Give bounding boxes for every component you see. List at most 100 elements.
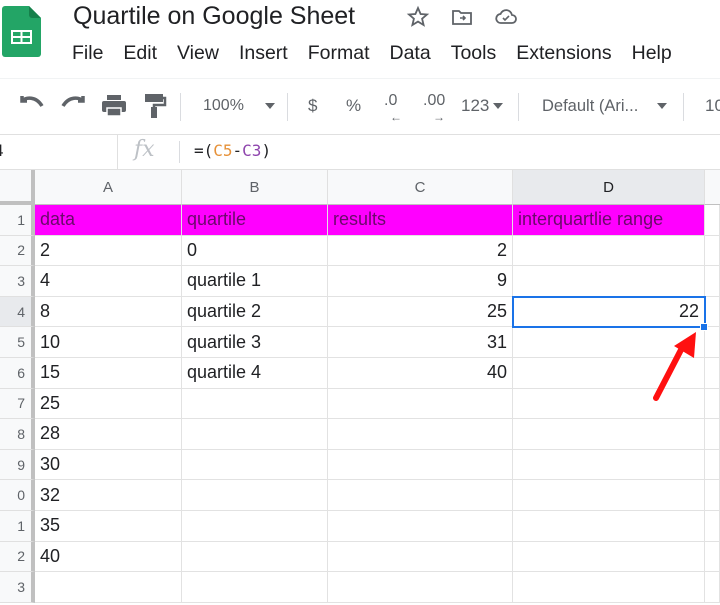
- cell-b6[interactable]: quartile 4: [182, 358, 328, 389]
- row-header-7[interactable]: 7: [0, 388, 35, 420]
- cell-c3[interactable]: 9: [328, 266, 513, 297]
- cell-e2[interactable]: [705, 235, 720, 267]
- cell-e3[interactable]: [705, 266, 720, 297]
- document-title[interactable]: Quartile on Google Sheet: [73, 2, 355, 31]
- cell-d10[interactable]: [513, 480, 705, 511]
- cell-d13[interactable]: [513, 572, 705, 603]
- sheets-logo-icon[interactable]: [2, 6, 41, 57]
- cell-e11[interactable]: [705, 511, 720, 542]
- cell-a11[interactable]: 35: [35, 511, 182, 542]
- zoom-select[interactable]: 100%: [203, 91, 276, 121]
- cell-d12[interactable]: [513, 541, 705, 573]
- cloud-saved-icon[interactable]: [494, 5, 518, 29]
- row-header-4[interactable]: 4: [0, 296, 35, 328]
- cell-b10[interactable]: [182, 480, 328, 511]
- row-header-5[interactable]: 5: [0, 327, 35, 358]
- cell-b1[interactable]: quartile: [182, 205, 328, 236]
- font-size-select[interactable]: 10: [705, 91, 720, 121]
- row-header-3[interactable]: 3: [0, 266, 35, 297]
- select-all-corner[interactable]: [0, 170, 35, 205]
- cell-e8[interactable]: [705, 419, 720, 450]
- cell-d4[interactable]: 22: [513, 296, 705, 328]
- cell-e12[interactable]: [705, 541, 720, 573]
- font-select[interactable]: Default (Ari...: [542, 91, 668, 121]
- menu-tools[interactable]: Tools: [451, 42, 497, 65]
- column-header-d[interactable]: D: [513, 170, 705, 205]
- currency-format-button[interactable]: $: [308, 91, 317, 121]
- cell-c7[interactable]: [328, 388, 513, 420]
- cell-d2[interactable]: [513, 235, 705, 267]
- row-header-8[interactable]: 8: [0, 419, 35, 450]
- menu-data[interactable]: Data: [390, 42, 431, 65]
- cell-c2[interactable]: 2: [328, 235, 513, 267]
- menu-view[interactable]: View: [177, 42, 219, 65]
- row-header-10[interactable]: 0: [0, 480, 35, 511]
- cell-b2[interactable]: 0: [182, 235, 328, 267]
- menu-insert[interactable]: Insert: [239, 42, 288, 65]
- cell-a13[interactable]: [35, 572, 182, 603]
- name-box[interactable]: 4: [0, 141, 3, 161]
- cell-c5[interactable]: 31: [328, 327, 513, 358]
- paint-format-button[interactable]: [143, 91, 167, 121]
- cell-c13[interactable]: [328, 572, 513, 603]
- cell-a12[interactable]: 40: [35, 541, 182, 573]
- formula-input[interactable]: =(C5-C3): [194, 141, 271, 160]
- print-button[interactable]: [101, 91, 127, 121]
- cell-a8[interactable]: 28: [35, 419, 182, 450]
- column-header-e[interactable]: [705, 170, 720, 205]
- row-header-6[interactable]: 6: [0, 358, 35, 389]
- cell-d3[interactable]: [513, 266, 705, 297]
- row-header-12[interactable]: 2: [0, 541, 35, 573]
- cell-e13[interactable]: [705, 572, 720, 603]
- cell-e1[interactable]: [705, 205, 720, 236]
- column-header-b[interactable]: B: [182, 170, 328, 205]
- cell-a3[interactable]: 4: [35, 266, 182, 297]
- row-header-1[interactable]: 1: [0, 205, 35, 236]
- increase-decimal-button[interactable]: .00 →: [423, 91, 445, 125]
- cell-c6[interactable]: 40: [328, 358, 513, 389]
- cell-a1[interactable]: data: [35, 205, 182, 236]
- cell-b3[interactable]: quartile 1: [182, 266, 328, 297]
- menu-edit[interactable]: Edit: [123, 42, 157, 65]
- star-icon[interactable]: [406, 5, 430, 29]
- cell-c11[interactable]: [328, 511, 513, 542]
- cell-b9[interactable]: [182, 449, 328, 481]
- cell-e10[interactable]: [705, 480, 720, 511]
- menu-file[interactable]: File: [72, 42, 103, 65]
- cell-b12[interactable]: [182, 541, 328, 573]
- number-format-select[interactable]: 123: [461, 91, 504, 121]
- column-header-a[interactable]: A: [35, 170, 182, 205]
- cell-d11[interactable]: [513, 511, 705, 542]
- row-header-9[interactable]: 9: [0, 449, 35, 481]
- row-header-2[interactable]: 2: [0, 235, 35, 267]
- menu-extensions[interactable]: Extensions: [516, 42, 611, 65]
- cell-c9[interactable]: [328, 449, 513, 481]
- cell-b11[interactable]: [182, 511, 328, 542]
- cell-e9[interactable]: [705, 449, 720, 481]
- cell-a2[interactable]: 2: [35, 235, 182, 267]
- cell-c4[interactable]: 25: [328, 296, 513, 328]
- cell-b4[interactable]: quartile 2: [182, 296, 328, 328]
- percent-format-button[interactable]: %: [346, 91, 361, 121]
- cell-a6[interactable]: 15: [35, 358, 182, 389]
- cell-c10[interactable]: [328, 480, 513, 511]
- decrease-decimal-button[interactable]: .0 ←: [384, 91, 402, 125]
- cell-c8[interactable]: [328, 419, 513, 450]
- undo-button[interactable]: [18, 91, 46, 121]
- cell-d8[interactable]: [513, 419, 705, 450]
- cell-b7[interactable]: [182, 388, 328, 420]
- cell-c12[interactable]: [328, 541, 513, 573]
- menu-format[interactable]: Format: [308, 42, 370, 65]
- cell-a7[interactable]: 25: [35, 388, 182, 420]
- redo-button[interactable]: [59, 91, 87, 121]
- menu-help[interactable]: Help: [632, 42, 672, 65]
- column-header-c[interactable]: C: [328, 170, 513, 205]
- cell-a4[interactable]: 8: [35, 296, 182, 328]
- cell-c1[interactable]: results: [328, 205, 513, 236]
- move-to-folder-icon[interactable]: [450, 5, 474, 29]
- cell-d9[interactable]: [513, 449, 705, 481]
- row-header-13[interactable]: 3: [0, 572, 35, 603]
- cell-b13[interactable]: [182, 572, 328, 603]
- row-header-11[interactable]: 1: [0, 511, 35, 542]
- cell-a5[interactable]: 10: [35, 327, 182, 358]
